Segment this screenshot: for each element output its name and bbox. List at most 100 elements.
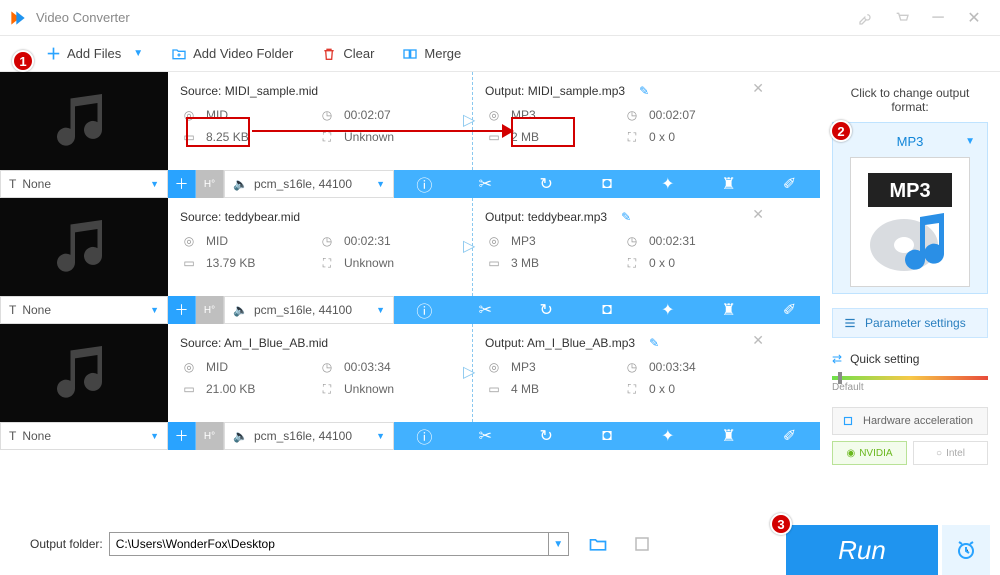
run-label: Run bbox=[838, 535, 886, 566]
effects-icon[interactable]: ✦ bbox=[637, 170, 698, 198]
edit-subtitle-icon[interactable]: ✐ bbox=[759, 422, 820, 450]
annotation-highlight-source-format bbox=[186, 117, 250, 147]
add-folder-button[interactable]: Add Video Folder bbox=[171, 46, 293, 62]
edit-subtitle-icon[interactable]: ✐ bbox=[759, 170, 820, 198]
dimensions-icon: ⛶ bbox=[623, 128, 641, 146]
toolbar: ＋ Add Files ▼ Add Video Folder Clear Mer… bbox=[0, 36, 1000, 72]
info-icon[interactable]: ⓘ bbox=[394, 422, 455, 450]
file-entry: Source: Am_I_Blue_AB.mid ◎MID◷00:03:34 ▭… bbox=[0, 324, 820, 450]
arrow-right-icon: ▷ bbox=[463, 362, 475, 382]
watermark-icon[interactable]: ♜ bbox=[698, 296, 759, 324]
chevron-down-icon[interactable]: ▼ bbox=[133, 48, 143, 59]
crop-icon[interactable]: ◘ bbox=[577, 170, 638, 198]
effects-icon[interactable]: ✦ bbox=[637, 296, 698, 324]
cart-icon[interactable] bbox=[884, 4, 920, 32]
plus-icon: ＋ bbox=[46, 43, 61, 64]
audio-codec-dropdown[interactable]: 🔈pcm_s16le, 44100▼ bbox=[224, 422, 394, 450]
file-thumbnail[interactable] bbox=[0, 72, 168, 170]
output-format-card[interactable]: MP3▼ MP3 bbox=[832, 122, 988, 294]
source-resolution: Unknown bbox=[344, 256, 394, 270]
add-track-button[interactable]: ＋ bbox=[168, 170, 196, 198]
slider-default-label: Default bbox=[832, 382, 988, 393]
subtitle-dropdown[interactable]: TNone ▼ bbox=[0, 170, 168, 198]
output-duration: 00:03:34 bbox=[649, 360, 696, 374]
watermark-icon[interactable]: ♜ bbox=[698, 170, 759, 198]
open-folder-icon[interactable] bbox=[583, 529, 613, 559]
cut-icon[interactable]: ✂ bbox=[455, 296, 516, 324]
audio-codec-dropdown[interactable]: 🔈pcm_s16le, 44100 ▼ bbox=[224, 170, 394, 198]
hd-button[interactable]: H° bbox=[196, 296, 224, 324]
output-folder-dropdown[interactable]: ▼ bbox=[549, 532, 569, 556]
annotation-highlight-output-format bbox=[511, 117, 575, 147]
key-icon[interactable] bbox=[848, 4, 884, 32]
rename-icon[interactable]: ✎ bbox=[639, 84, 649, 98]
crop-icon[interactable]: ◘ bbox=[577, 296, 638, 324]
source-size: 13.79 KB bbox=[206, 256, 255, 270]
remove-entry-button[interactable]: ✕ bbox=[752, 80, 764, 97]
info-icon[interactable]: ⓘ bbox=[394, 170, 455, 198]
audio-codec-dropdown[interactable]: 🔈pcm_s16le, 44100▼ bbox=[224, 296, 394, 324]
subtitle-dropdown[interactable]: TNone▼ bbox=[0, 422, 168, 450]
add-track-button[interactable]: ＋ bbox=[168, 422, 196, 450]
close-button[interactable]: ✕ bbox=[956, 4, 992, 32]
add-files-button[interactable]: ＋ Add Files ▼ bbox=[46, 43, 143, 64]
source-size: 21.00 KB bbox=[206, 382, 255, 396]
output-folder-input[interactable] bbox=[109, 532, 549, 556]
output-format: MP3 bbox=[511, 360, 536, 374]
hd-button[interactable]: H° bbox=[196, 422, 224, 450]
hardware-accel-button[interactable]: Hardware acceleration bbox=[832, 407, 988, 435]
rename-icon[interactable]: ✎ bbox=[621, 210, 631, 224]
source-format: MID bbox=[206, 360, 228, 374]
output-format: MP3 bbox=[511, 234, 536, 248]
cut-icon[interactable]: ✂ bbox=[455, 170, 516, 198]
cut-icon[interactable]: ✂ bbox=[455, 422, 516, 450]
rotate-icon[interactable]: ↻ bbox=[516, 296, 577, 324]
clock-icon: ◷ bbox=[318, 106, 336, 124]
source-duration: 00:03:34 bbox=[344, 360, 391, 374]
rotate-icon[interactable]: ↻ bbox=[516, 170, 577, 198]
quality-slider[interactable] bbox=[832, 376, 988, 380]
file-thumbnail[interactable] bbox=[0, 324, 168, 422]
source-format: MID bbox=[206, 234, 228, 248]
side-heading: Click to change output format: bbox=[832, 86, 988, 114]
remove-entry-button[interactable]: ✕ bbox=[752, 332, 764, 349]
parameter-settings-button[interactable]: Parameter settings bbox=[832, 308, 988, 338]
merge-button[interactable]: Merge bbox=[402, 46, 461, 62]
hd-button[interactable]: H° bbox=[196, 170, 224, 198]
clear-button[interactable]: Clear bbox=[321, 46, 374, 62]
intel-circle-icon: ○ bbox=[936, 448, 942, 459]
file-list: Source: MIDI_sample.mid ◎MID ◷00:02:07 ▭… bbox=[0, 72, 820, 513]
nvidia-label: NVIDIA bbox=[859, 448, 892, 459]
minimize-button[interactable]: ─ bbox=[920, 4, 956, 32]
rename-icon[interactable]: ✎ bbox=[649, 336, 659, 350]
toggle-icon[interactable]: ⇄ bbox=[832, 352, 842, 366]
output-resolution: 0 x 0 bbox=[649, 382, 675, 396]
film-icon[interactable] bbox=[627, 529, 657, 559]
watermark-icon[interactable]: ♜ bbox=[698, 422, 759, 450]
subtitle-dropdown[interactable]: TNone▼ bbox=[0, 296, 168, 324]
arrow-right-icon: ▷ bbox=[463, 110, 475, 130]
info-icon[interactable]: ⓘ bbox=[394, 296, 455, 324]
subtitle-value: None bbox=[22, 303, 51, 317]
output-label: Output: teddybear.mp3 bbox=[485, 210, 607, 224]
edit-subtitle-icon[interactable]: ✐ bbox=[759, 296, 820, 324]
effects-icon[interactable]: ✦ bbox=[637, 422, 698, 450]
output-duration: 00:02:07 bbox=[649, 108, 696, 122]
schedule-button[interactable] bbox=[942, 525, 990, 575]
clear-label: Clear bbox=[343, 46, 374, 61]
chevron-down-icon: ▼ bbox=[150, 179, 159, 189]
remove-entry-button[interactable]: ✕ bbox=[752, 206, 764, 223]
output-duration: 00:02:31 bbox=[649, 234, 696, 248]
source-resolution: Unknown bbox=[344, 130, 394, 144]
add-track-button[interactable]: ＋ bbox=[168, 296, 196, 324]
crop-icon[interactable]: ◘ bbox=[577, 422, 638, 450]
codec-value: pcm_s16le, 44100 bbox=[254, 177, 352, 191]
rotate-icon[interactable]: ↻ bbox=[516, 422, 577, 450]
run-button[interactable]: Run bbox=[786, 525, 938, 575]
format-preview-icon: MP3 bbox=[850, 157, 970, 287]
nvidia-chip[interactable]: ◉NVIDIA bbox=[832, 441, 907, 465]
intel-chip[interactable]: ○Intel bbox=[913, 441, 988, 465]
subtitle-value: None bbox=[22, 177, 51, 191]
file-thumbnail[interactable] bbox=[0, 198, 168, 296]
source-label: Source: MIDI_sample.mid bbox=[180, 84, 318, 98]
